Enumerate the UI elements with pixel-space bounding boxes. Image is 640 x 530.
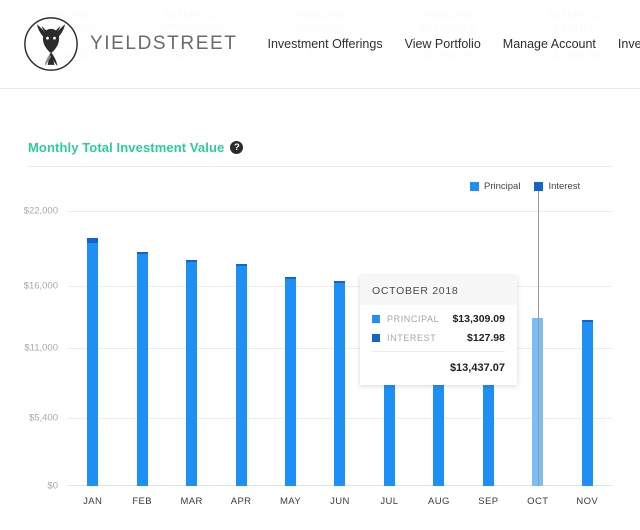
bar-segment-principal [136,254,148,486]
x-axis-tick-label: NOV [576,496,599,507]
tooltip-title: OCTOBER 2018 [360,276,517,305]
x-axis-tick-label: FEB [132,496,153,507]
x-axis-tick-label: SEP [478,496,499,507]
tooltip-swatch-interest-icon [372,334,380,342]
bar-segment-principal [581,321,593,486]
main-navigation: Investment Offerings View Portfolio Mana… [267,37,640,51]
tooltip-row-interest: INTEREST $127.98 [372,332,505,344]
y-axis-tick-label: $22,000 [23,205,58,217]
tooltip-total: $13,437.07 [449,362,505,374]
legend-item-principal[interactable]: Principal [470,181,520,192]
legend-swatch-interest-icon [534,182,544,191]
bar-apr[interactable] [235,264,247,486]
bar-feb[interactable] [136,251,148,486]
x-axis-tick-label: JUN [330,496,350,507]
bar-slot-jan[interactable]: JAN [68,198,117,507]
x-axis-tick-label: JUL [380,496,399,507]
tooltip-body: PRINCIPAL $13,309.09 INTEREST $127.98 [360,305,517,362]
chart-tooltip: OCTOBER 2018 PRINCIPAL $13,309.09 INTERE… [360,276,517,385]
tooltip-swatch-principal-icon [372,315,380,323]
bar-segment-principal [235,265,247,486]
monthly-investment-value-card: Monthly Total Investment Value ? Princip… [0,104,640,530]
nav-item-investment-offerings[interactable]: Investment Offerings [267,37,382,51]
chart-legend: Principal Interest [470,181,580,192]
bar-mar[interactable] [186,259,198,486]
x-axis-tick-label: OCT [527,496,549,507]
bar-may[interactable] [285,277,297,486]
y-axis-tick-label: $11,000 [24,342,58,354]
logo[interactable]: YIELDSTREET [22,15,237,73]
bar-nov[interactable] [581,320,593,486]
tooltip-row-principal: PRINCIPAL $13,309.09 [372,313,505,325]
bar-slot-feb[interactable]: FEB [117,198,166,507]
bar-jun[interactable] [334,281,346,486]
y-axis-tick-label: $16,000 [23,280,58,292]
plot-area: $22,000 $16,000 $11,000 $5,400 $0 JAN FEB MAR AP… [24,182,612,507]
bar-segment-principal [186,261,198,486]
hover-cursor-line [537,182,539,486]
tooltip-name-principal: PRINCIPAL [387,314,440,324]
legend-label-principal: Principal [484,181,521,192]
bar-slot-may[interactable]: MAY [266,198,315,507]
bar-slot-mar[interactable]: MAR [167,198,216,507]
bar-segment-principal [87,243,99,486]
x-axis-tick-label: JAN [83,496,103,507]
tooltip-value-interest: $127.98 [467,332,505,344]
tooltip-divider [372,351,505,352]
bar-segment-principal [334,282,346,486]
legend-item-interest[interactable]: Interest [534,181,580,192]
bar-slot-jun[interactable]: JUN [315,198,364,507]
legend-swatch-principal-icon [470,182,479,191]
nav-item-view-portfolio[interactable]: View Portfolio [405,37,481,51]
bar-slot-oct[interactable]: OCT [513,182,562,507]
tooltip-value-principal: $13,309.09 [452,313,505,325]
bar-group: JAN FEB MAR APR MAY JUN JUL AUG SEP OCT NOV [68,182,612,507]
nav-item-investments[interactable]: Investme [618,37,640,51]
bar-slot-apr[interactable]: APR [216,198,265,507]
y-axis-tick-label: $5,400 [28,412,58,424]
tooltip-name-interest: INTEREST [387,333,437,343]
x-axis-tick-label: APR [230,496,252,507]
legend-label-interest: Interest [548,181,581,192]
nav-item-manage-account[interactable]: Manage Account [503,37,596,51]
y-axis-tick-label: $0 [47,480,58,492]
deer-head-logo-icon [24,17,78,71]
x-axis-tick-label: MAR [180,496,203,507]
site-header: YIELDSTREET Investment Offerings View Po… [0,0,640,88]
bar-segment-principal [285,278,297,486]
x-axis-tick-label: MAY [279,496,302,507]
bar-chart: $22,000 $16,000 $11,000 $5,400 $0 JAN FEB MAR AP… [0,104,640,530]
header-divider [0,88,640,89]
bar-jan[interactable] [87,237,99,486]
logo-text: YIELDSTREET [90,33,238,54]
x-axis-tick-label: AUG [427,496,450,507]
bar-slot-nov[interactable]: NOV [563,198,612,507]
